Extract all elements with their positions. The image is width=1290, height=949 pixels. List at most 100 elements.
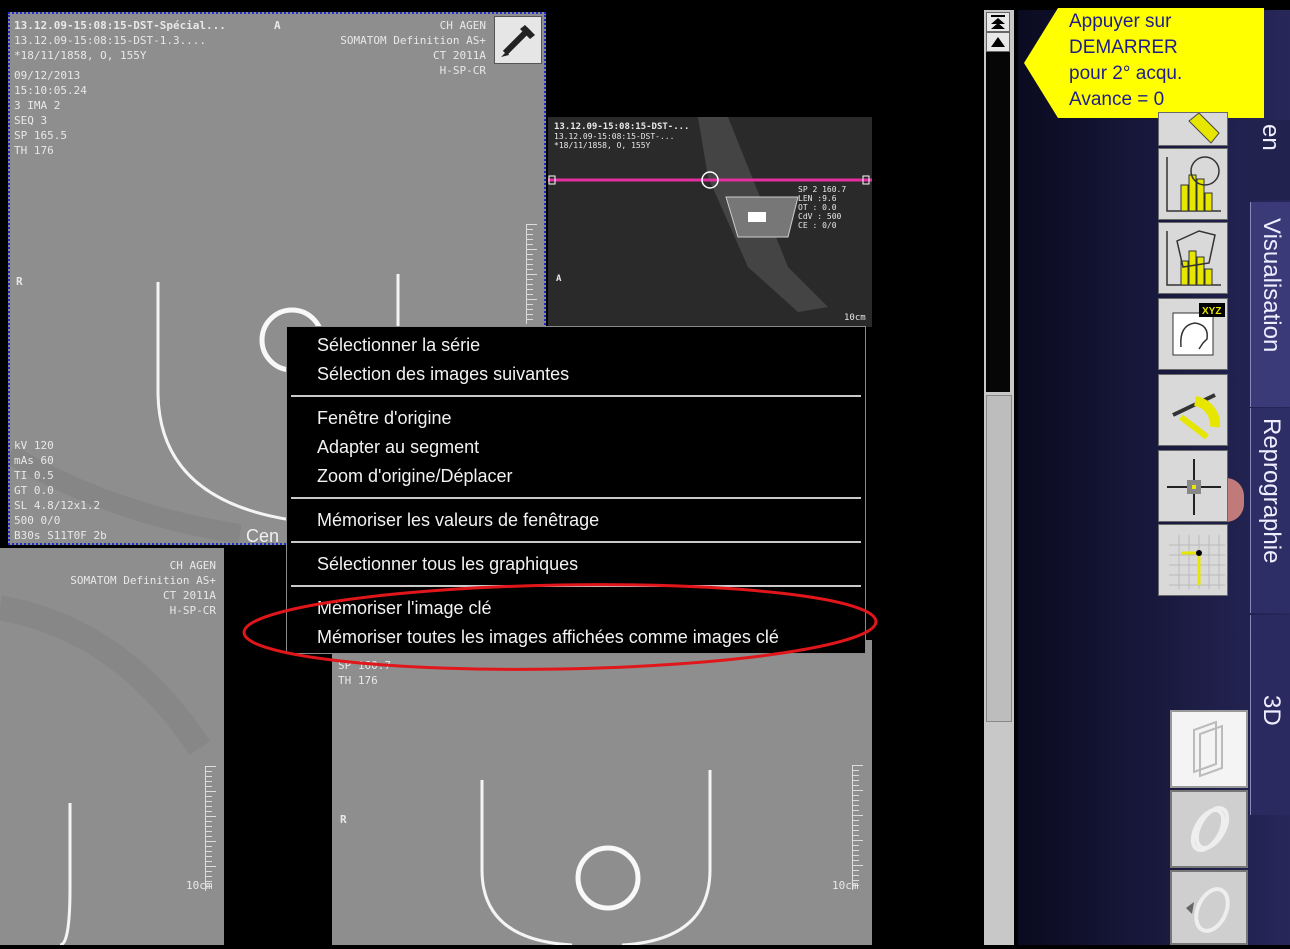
topo-header-name: 13.12.09-15:08:15-DST-... xyxy=(554,122,690,132)
topo-scale-label: 10cm xyxy=(844,313,866,323)
menu-separator xyxy=(291,541,861,543)
bl-scale-label: 10cm xyxy=(186,879,213,892)
histogram-polygon-icon xyxy=(1166,230,1221,286)
acq-gt: GT 0.0 xyxy=(14,484,54,497)
histogram-polygon-tool[interactable] xyxy=(1158,222,1228,294)
patient-header-th: TH 176 xyxy=(14,144,54,157)
acq-mas: mAs 60 xyxy=(14,454,54,467)
topo-param-ce: CE : 0/0 xyxy=(798,221,837,230)
topo-param-ot: OT : 0.0 xyxy=(798,203,837,212)
orientation-marker-r: R xyxy=(16,275,23,288)
bl-scanner-model: SOMATOM Definition AS+ xyxy=(70,574,216,587)
viewport-bottom-right[interactable]: SP 160.7 TH 176 R 10cm xyxy=(332,640,872,945)
patient-header-series: 13.12.09-15:08:15-DST-1.3.... xyxy=(14,34,207,47)
pen-icon xyxy=(501,25,535,57)
crosshair-tool[interactable] xyxy=(1158,450,1228,522)
patient-header-ima: 3 IMA 2 xyxy=(14,99,61,112)
shell-icon xyxy=(1186,887,1230,933)
xyz-label: XYZ xyxy=(1202,306,1221,317)
head-orientation-tool[interactable]: XYZ xyxy=(1158,298,1228,370)
bl-institution-name: CH AGEN xyxy=(169,559,216,572)
patient-header-id: *18/11/1858, O, 155Y xyxy=(14,49,147,62)
topo-param-sp: SP 2 160.7 xyxy=(798,185,847,194)
software-version: CT 2011A xyxy=(433,49,486,62)
tab-examen-label: en xyxy=(1257,124,1284,151)
bl-scale-ruler xyxy=(205,766,216,891)
viewport-top-right[interactable]: 13.12.09-15:08:15-DST-... 13.12.09-15:08… xyxy=(548,117,872,327)
br-scale-label: 10cm xyxy=(832,879,859,892)
tab-examen[interactable]: en xyxy=(1250,120,1290,200)
acq-kernel: B30s S11T0F 2b xyxy=(14,529,107,542)
callout-line-1: Appuyer sur xyxy=(1069,11,1172,32)
menu-item-original-window[interactable]: Fenêtre d'origine xyxy=(317,405,452,431)
vertical-scrollbar[interactable] xyxy=(984,10,1014,945)
grid-cursor-icon xyxy=(1169,535,1225,589)
menu-item-original-zoom-pan[interactable]: Zoom d'origine/Déplacer xyxy=(317,463,513,489)
tab-3d-label: 3D xyxy=(1258,695,1285,726)
tab-visualisation-label: Visualisation xyxy=(1258,218,1285,353)
topo-header-id: *18/11/1858, O, 155Y xyxy=(554,141,651,150)
scanner-model: SOMATOM Definition AS+ xyxy=(340,34,486,47)
histogram-roi-tool[interactable] xyxy=(1158,148,1228,220)
instruction-callout: Appuyer sur DEMARRER pour 2° acqu. Avanc… xyxy=(1069,9,1182,113)
protocol-name: H-SP-CR xyxy=(439,64,486,77)
bl-software-version: CT 2011A xyxy=(163,589,216,602)
3d-volume-button[interactable] xyxy=(1170,790,1248,868)
callout-line-3: pour 2° acqu. xyxy=(1069,63,1183,84)
menu-item-select-series[interactable]: Sélectionner la série xyxy=(317,332,480,358)
grid-cursor-tool[interactable] xyxy=(1158,524,1228,596)
ct-image-bottom-right xyxy=(480,770,712,945)
menu-separator xyxy=(291,497,861,499)
menu-item-fit-to-segment[interactable]: Adapter au segment xyxy=(317,434,479,460)
head-xyz-icon: XYZ xyxy=(1172,303,1225,356)
crosshair-icon xyxy=(1167,459,1221,515)
institution-name: CH AGEN xyxy=(439,19,486,32)
3d-endoscopy-button[interactable] xyxy=(1170,870,1248,945)
menu-item-select-all-graphics[interactable]: Sélectionner tous les graphiques xyxy=(317,551,578,577)
partial-label: Cen xyxy=(246,526,280,545)
topo-header-series: 13.12.09-15:08:15-DST-... xyxy=(554,132,675,141)
tab-3d[interactable]: 3D xyxy=(1250,615,1290,815)
patient-header-time: 15:10:05.24 xyxy=(14,84,87,97)
patient-header-date: 09/12/2013 xyxy=(14,69,81,82)
acq-window: 500 0/0 xyxy=(14,514,61,527)
histogram-circle-icon xyxy=(1166,156,1221,212)
callout-line-2: DEMARRER xyxy=(1069,37,1178,58)
acq-kv: kV 120 xyxy=(14,439,54,452)
topo-param-len: LEN :9.6 xyxy=(798,194,837,203)
acq-ti: TI 0.5 xyxy=(14,469,54,482)
viewport-tool-icon[interactable] xyxy=(494,16,542,64)
skip-to-top-icon xyxy=(991,15,1005,29)
acq-sl: SL 4.8/12x1.2 xyxy=(14,499,101,512)
tab-visualisation[interactable]: Visualisation xyxy=(1250,202,1290,407)
3d-mpr-button[interactable] xyxy=(1170,710,1248,788)
tab-reprographie-label: Reprographie xyxy=(1258,418,1285,564)
stacked-planes-icon xyxy=(1193,720,1223,778)
patient-header-seq: SEQ 3 xyxy=(14,114,48,127)
ruler-icon xyxy=(1188,113,1220,144)
br-scale-ruler xyxy=(852,765,863,890)
scroll-thumb[interactable] xyxy=(986,395,1012,722)
scroll-top-button[interactable] xyxy=(986,12,1010,32)
patient-header-name: 13.12.09-15:08:15-DST-Spécial... xyxy=(14,19,226,32)
topo-orientation-a: A xyxy=(556,274,562,284)
arrow-up-icon xyxy=(991,37,1005,47)
protractor-tool[interactable] xyxy=(1158,374,1228,446)
topo-param-cdv: CdV : 500 xyxy=(798,212,842,221)
rings-icon xyxy=(1190,806,1230,852)
annotation-ellipse xyxy=(242,583,878,671)
scroll-up-button[interactable] xyxy=(986,32,1010,52)
scroll-track[interactable] xyxy=(986,52,1010,392)
menu-item-save-window-values[interactable]: Mémoriser les valeurs de fenêtrage xyxy=(317,507,599,533)
protractor-icon xyxy=(1172,393,1221,440)
menu-separator xyxy=(291,395,861,397)
scale-ruler xyxy=(526,224,537,324)
tab-reprographie[interactable]: Reprographie xyxy=(1250,408,1290,613)
callout-line-4: Avance = 0 xyxy=(1069,89,1165,110)
viewport-bottom-left[interactable]: CH AGEN SOMATOM Definition AS+ CT 2011A … xyxy=(0,548,224,945)
bl-protocol-name: H-SP-CR xyxy=(169,604,216,617)
menu-item-select-next-images[interactable]: Sélection des images suivantes xyxy=(317,361,569,387)
br-orientation-r: R xyxy=(340,813,347,826)
orientation-marker-a: A xyxy=(274,19,281,32)
ruler-tool[interactable] xyxy=(1158,112,1228,146)
